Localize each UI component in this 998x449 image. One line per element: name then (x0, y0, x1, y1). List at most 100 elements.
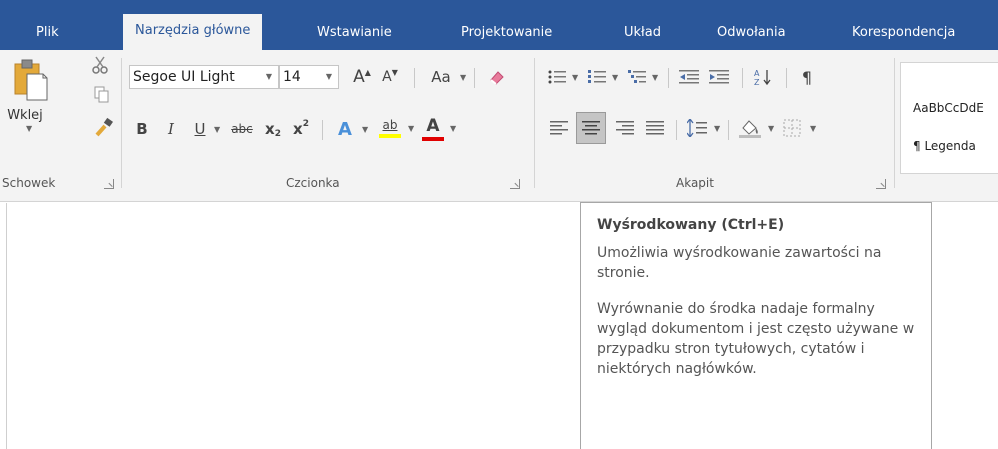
svg-text:A: A (754, 69, 760, 78)
change-case-button[interactable]: Aa ▼ (424, 64, 466, 90)
bold-button[interactable]: B (131, 116, 153, 142)
align-left-icon (550, 121, 568, 135)
tab-file[interactable]: Plik (36, 22, 59, 50)
font-separator (322, 120, 323, 140)
line-spacing-button[interactable]: ▼ (684, 114, 720, 142)
font-launcher[interactable] (510, 179, 520, 189)
highlight-color-bar (379, 134, 401, 138)
tab-mailings[interactable]: Korespondencja (852, 22, 955, 50)
borders-button[interactable]: ▼ (778, 114, 816, 142)
tooltip-title: Wyśrodkowany (Ctrl+E) (597, 217, 785, 233)
italic-label: I (168, 120, 174, 138)
increase-indent-button[interactable] (706, 64, 732, 90)
tab-references[interactable]: Odwołania (717, 22, 786, 50)
font-size-dropdown-arrow[interactable]: ▼ (326, 66, 332, 88)
clear-formatting-icon (490, 71, 504, 85)
grow-font-label: A (353, 67, 365, 87)
highlight-button[interactable]: ab ▼ (376, 114, 414, 142)
font-color-dropdown-arrow[interactable]: ▼ (450, 124, 456, 133)
multilevel-list-icon (628, 70, 646, 83)
highlight-label: ab (382, 118, 398, 132)
align-left-button[interactable] (546, 114, 572, 142)
font-name-value: Segoe UI Light (133, 69, 235, 85)
numbering-button[interactable]: ▼ (584, 64, 618, 90)
highlight-dropdown-arrow[interactable]: ▼ (408, 124, 414, 133)
subscript-label: x (265, 120, 275, 138)
sort-icon: A Z (754, 69, 771, 86)
shrink-font-button[interactable]: A ▼ (378, 64, 402, 90)
align-center-button[interactable] (576, 112, 606, 144)
line-spacing-dropdown-arrow[interactable]: ▼ (714, 124, 720, 133)
tab-home[interactable]: Narzędzia główne (123, 14, 263, 50)
shading-dropdown-arrow[interactable]: ▼ (768, 124, 774, 133)
underline-button[interactable]: U ▼ (189, 116, 221, 142)
underline-dropdown-arrow[interactable]: ▼ (214, 125, 220, 134)
multilevel-list-dropdown-arrow[interactable]: ▼ (652, 73, 658, 82)
subscript-button[interactable]: x2 (262, 116, 284, 142)
multilevel-list-button[interactable]: ▼ (624, 64, 658, 90)
italic-button[interactable]: I (160, 116, 182, 142)
superscript-label: x (293, 120, 303, 138)
superscript-button[interactable]: x2 (290, 116, 312, 142)
underline-label: U (194, 120, 206, 138)
format-painter-button[interactable] (92, 114, 116, 140)
tab-layout[interactable]: Układ (624, 22, 661, 50)
font-color-button[interactable]: A ▼ (420, 114, 456, 142)
align-right-button[interactable] (612, 114, 638, 142)
clipboard-group-label: Schowek (2, 176, 56, 190)
paste-dropdown-arrow[interactable]: ▼ (26, 124, 32, 133)
tooltip-description: Umożliwia wyśrodkowanie zawartości na st… (597, 245, 882, 281)
cut-button[interactable] (88, 54, 112, 76)
tab-insert[interactable]: Wstawianie (317, 22, 392, 50)
align-right-icon (616, 121, 634, 135)
bullets-icon (548, 70, 566, 84)
paragraph-launcher[interactable] (876, 179, 886, 189)
numbering-dropdown-arrow[interactable]: ▼ (612, 73, 618, 82)
font-size-combo[interactable]: 14 ▼ (279, 65, 339, 89)
font-name-dropdown-arrow[interactable]: ▼ (266, 66, 272, 88)
sort-button[interactable]: A Z (750, 64, 776, 90)
paragraph-separator (668, 68, 669, 88)
ribbon: Wklej ▼ Schowek Segoe UI Light ▼ 14 ▼ A … (0, 50, 998, 230)
shading-button[interactable]: ▼ (736, 114, 774, 142)
paste-button[interactable]: Wklej ▼ (6, 58, 48, 136)
text-effects-button[interactable]: A ▼ (332, 116, 368, 142)
page-edge (6, 203, 7, 449)
text-effects-label: A (338, 118, 352, 140)
style-normal[interactable]: AaBbCcDdE (913, 101, 984, 115)
align-center-tooltip: Wyśrodkowany (Ctrl+E) Umożliwia wyśrodko… (580, 202, 932, 449)
styles-gallery[interactable]: AaBbCcDdE ¶ Legenda (900, 62, 998, 174)
change-case-label: Aa (431, 68, 451, 86)
font-group-label: Czcionka (286, 176, 340, 190)
paragraph-group-label: Akapit (676, 176, 714, 190)
grow-font-button[interactable]: A ▲ (350, 64, 374, 90)
shading-icon (739, 120, 761, 138)
text-effects-dropdown-arrow[interactable]: ▼ (362, 125, 368, 134)
clipboard-launcher[interactable] (104, 179, 114, 189)
decrease-indent-button[interactable] (676, 64, 702, 90)
font-color-bar (422, 136, 444, 141)
bullets-button[interactable]: ▼ (544, 64, 578, 90)
change-case-dropdown-arrow[interactable]: ▼ (460, 73, 466, 82)
font-name-combo[interactable]: Segoe UI Light ▼ (129, 65, 279, 89)
paragraph-separator (728, 120, 729, 140)
style-caption[interactable]: ¶ Legenda (913, 139, 976, 153)
show-marks-button[interactable]: ¶ (794, 64, 820, 90)
svg-text:Z: Z (754, 78, 760, 86)
paragraph-separator (742, 68, 743, 88)
paragraph-separator (676, 120, 677, 140)
justify-button[interactable] (642, 114, 668, 142)
shrink-font-label: A (382, 69, 392, 85)
font-separator (414, 68, 415, 88)
shrink-font-icon: ▼ (391, 67, 398, 77)
borders-dropdown-arrow[interactable]: ▼ (810, 124, 816, 133)
tab-design[interactable]: Projektowanie (461, 22, 552, 50)
strikethrough-button[interactable]: abc (227, 116, 257, 142)
format-painter-icon (95, 117, 113, 137)
clear-formatting-button[interactable] (484, 64, 510, 90)
font-size-value: 14 (283, 69, 301, 85)
grow-font-icon: ▲ (364, 67, 371, 77)
copy-button[interactable] (90, 84, 114, 106)
font-color-label: A (426, 115, 440, 136)
bullets-dropdown-arrow[interactable]: ▼ (572, 73, 578, 82)
